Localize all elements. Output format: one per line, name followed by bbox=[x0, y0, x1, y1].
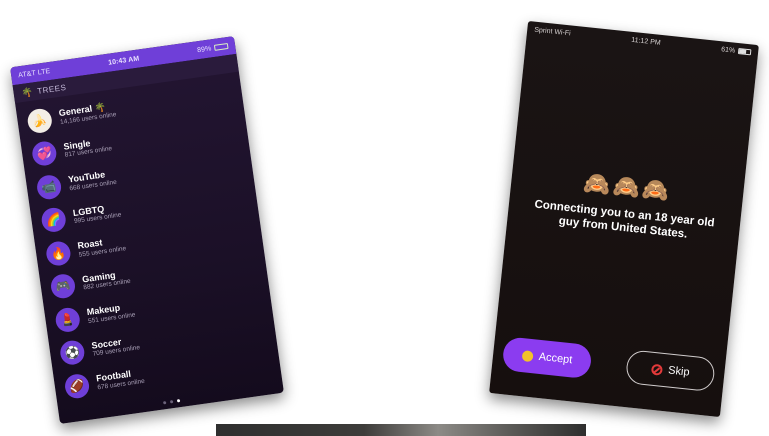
channel-text: YouTube 668 users online bbox=[68, 169, 118, 193]
channel-icon: 💞 bbox=[30, 140, 58, 168]
time-label: 10:43 AM bbox=[107, 54, 140, 67]
channel-list-phone: AT&T LTE 10:43 AM 89% 🌴 TREES 🍌 General 🌴… bbox=[10, 36, 284, 424]
channel-text: General 🌴 14,166 users online bbox=[58, 101, 117, 126]
status-bar: Sprint Wi-Fi 11:12 PM 61% bbox=[527, 21, 759, 61]
channel-list: 🍌 General 🌴 14,166 users online 💞 Single 817 … bbox=[15, 72, 281, 406]
carrier-label: AT&T LTE bbox=[17, 67, 51, 79]
accept-label: Accept bbox=[538, 350, 573, 367]
channel-icon: 🏈 bbox=[63, 372, 91, 400]
skip-label: Skip bbox=[667, 364, 691, 379]
battery-percent: 61% bbox=[720, 45, 736, 55]
palm-tree-icon: 🌴 bbox=[20, 86, 34, 98]
channel-text: Gaming 882 users online bbox=[82, 269, 132, 293]
channel-icon: 🎮 bbox=[49, 272, 77, 301]
channel-icon: 🔥 bbox=[44, 239, 72, 267]
battery-icon bbox=[737, 48, 752, 56]
smile-face-icon bbox=[521, 349, 534, 362]
channel-text: Makeup 551 users online bbox=[86, 302, 136, 326]
channel-text: LGBTQ 995 users online bbox=[72, 202, 122, 226]
channel-icon: ⚽ bbox=[58, 339, 86, 367]
skip-button[interactable]: Skip bbox=[624, 349, 716, 393]
channel-text: Football 678 users online bbox=[95, 368, 146, 392]
bottom-photo-partial bbox=[216, 424, 586, 436]
connecting-phone: Sprint Wi-Fi 11:12 PM 61% 🙈🙈🙈 Connecting… bbox=[489, 20, 759, 418]
channel-text: Soccer 709 users online bbox=[91, 335, 141, 359]
no-entry-icon bbox=[650, 363, 663, 376]
page-dot-active[interactable] bbox=[176, 399, 180, 403]
list-header-title: TREES bbox=[36, 82, 67, 96]
time-label: 11:12 PM bbox=[630, 36, 661, 47]
channel-icon: 📹 bbox=[35, 173, 63, 201]
channel-icon: 💄 bbox=[54, 306, 82, 334]
page-dot[interactable] bbox=[162, 401, 166, 405]
page-dot[interactable] bbox=[169, 400, 173, 404]
accept-button[interactable]: Accept bbox=[501, 336, 593, 380]
channel-text: Single 817 users online bbox=[63, 136, 113, 160]
battery-icon bbox=[213, 42, 229, 51]
channel-text: Roast 555 users online bbox=[77, 235, 127, 259]
channel-icon: 🌈 bbox=[40, 206, 68, 234]
battery-percent: 89% bbox=[196, 44, 212, 54]
channel-icon: 🍌 bbox=[26, 107, 54, 135]
carrier-label: Sprint Wi-Fi bbox=[533, 26, 572, 37]
battery-indicator: 89% bbox=[196, 42, 229, 54]
battery-indicator: 61% bbox=[721, 46, 752, 56]
